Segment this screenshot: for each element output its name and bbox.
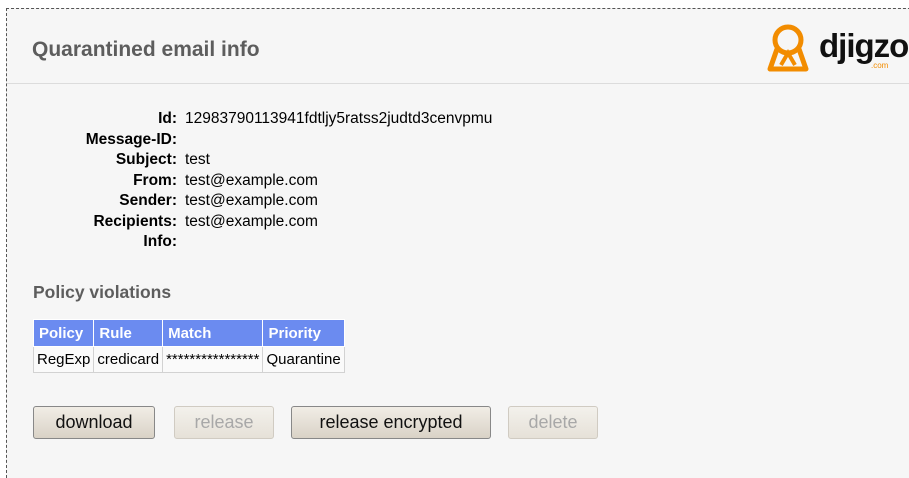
info-label: From:: [133, 171, 177, 189]
info-row-id: Id: 12983790113941fdtljy5ratss2judtd3cen…: [32, 109, 492, 130]
info-label: Info:: [143, 233, 177, 250]
info-value: [177, 232, 185, 253]
policy-violations-table: Policy Rule Match Priority RegExp credic…: [32, 319, 345, 373]
page-title: Quarantined email info: [32, 38, 260, 61]
column-header-match[interactable]: Match: [162, 319, 264, 347]
info-row-message-id: Message-ID:: [32, 130, 492, 151]
column-header-rule[interactable]: Rule: [93, 319, 164, 347]
column-header-priority[interactable]: Priority: [262, 319, 345, 347]
info-row-recipients: Recipients: test@example.com: [32, 212, 492, 233]
info-value: [177, 130, 185, 151]
info-value: test@example.com: [185, 171, 318, 189]
info-row-info: Info:: [32, 232, 492, 253]
info-label: Message-ID:: [85, 130, 177, 148]
release-button[interactable]: release: [174, 406, 274, 439]
quarantine-panel: Quarantined email info djigzo .com Id: 1…: [6, 8, 909, 478]
info-row-from: From: test@example.com: [32, 171, 492, 192]
cell-match: ****************: [162, 346, 264, 373]
info-value: 12983790113941fdtljy5ratss2judtd3cenvpmu: [185, 110, 493, 127]
release-encrypted-button[interactable]: release encrypted: [291, 406, 491, 439]
panel-header: Quarantined email info djigzo .com: [7, 9, 909, 84]
info-value: test: [185, 151, 210, 168]
cell-rule: credicard: [93, 346, 164, 373]
info-row-subject: Subject: test: [32, 150, 492, 171]
info-value: test@example.com: [185, 192, 318, 209]
delete-button[interactable]: delete: [508, 406, 598, 439]
cell-policy: RegExp: [32, 346, 95, 373]
table-header-row: Policy Rule Match Priority: [32, 319, 345, 347]
info-value: test@example.com: [185, 212, 318, 230]
table-row: RegExp credicard **************** Quaran…: [32, 346, 345, 373]
djigzo-logo: djigzo .com: [765, 23, 909, 75]
logo-sub: .com: [871, 61, 889, 70]
info-label: Subject:: [115, 151, 177, 168]
column-header-policy[interactable]: Policy: [32, 319, 95, 347]
policy-violations-title: Policy violations: [33, 282, 172, 302]
email-info: Id: 12983790113941fdtljy5ratss2judtd3cen…: [32, 109, 493, 253]
logo-mark-icon: [767, 24, 809, 72]
cell-priority: Quarantine: [262, 346, 345, 373]
info-label: Recipients:: [93, 212, 177, 230]
info-row-sender: Sender: test@example.com: [32, 191, 492, 212]
info-label: Id:: [158, 110, 177, 127]
download-button[interactable]: download: [33, 406, 155, 439]
logo-text: djigzo: [819, 27, 909, 64]
info-label: Sender:: [119, 192, 177, 209]
